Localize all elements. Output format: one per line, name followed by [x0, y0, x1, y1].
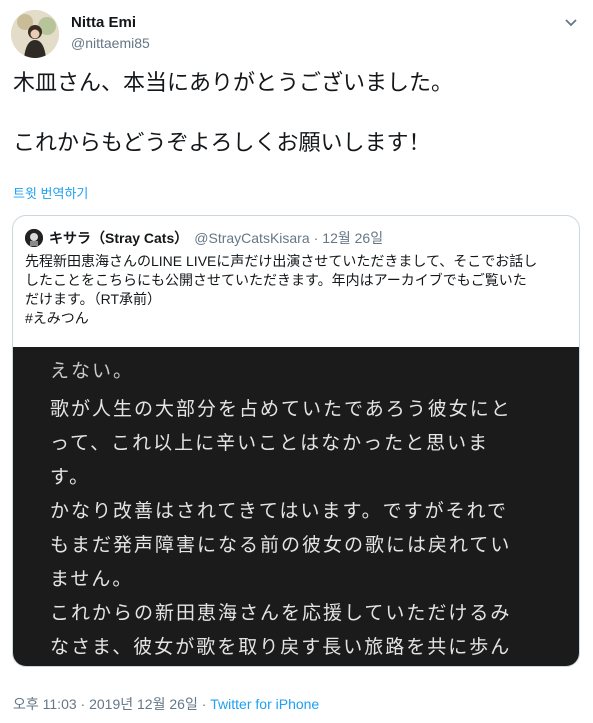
quoted-text-line: 先程新田恵海さんのLINE LIVEに声だけ出演させていただきまして、そこでお話…	[25, 253, 538, 269]
quoted-tweet-header: キサラ（Stray Cats） @StrayCatsKisara · 12월 2…	[25, 228, 383, 248]
hashtag-link[interactable]: #えみつん	[25, 309, 565, 328]
image-text-line: えない。	[50, 360, 135, 382]
quoted-tweet-text: 先程新田恵海さんのLINE LIVEに声だけ出演させていただきまして、そこでお話…	[25, 252, 565, 328]
separator: ·	[313, 230, 319, 246]
author-handle[interactable]: @nittaemi85	[71, 35, 150, 51]
tweet-text: 木皿さん、本当にありがとうございました。 これからもどうぞよろしくお願いします！	[13, 68, 578, 158]
tweet-line-1: 木皿さん、本当にありがとうございました。	[13, 70, 454, 95]
quoted-author-handle: @StrayCatsKisara	[194, 230, 310, 246]
tweet-time[interactable]: 오후 11:03	[13, 696, 77, 712]
tweet-source-link[interactable]: Twitter for iPhone	[210, 696, 319, 712]
tweet-meta: 오후 11:03 · 2019년 12월 26일 · Twitter for i…	[13, 694, 319, 714]
separator: ·	[201, 696, 207, 712]
translate-tweet-link[interactable]: 트윗 번역하기	[13, 183, 88, 202]
quoted-tweet-date: 12월 26일	[322, 230, 384, 246]
quoted-tweet[interactable]: キサラ（Stray Cats） @StrayCatsKisara · 12월 2…	[12, 215, 580, 667]
image-text-line: もまだ発声障害になる前の彼女の歌には戻れてい	[50, 534, 512, 556]
quoted-text-line: だけます。（RT承前）	[25, 291, 162, 307]
tweet-date[interactable]: 2019년 12월 26일	[89, 696, 198, 712]
tweet-line-2: これからもどうぞよろしくお願いします！	[13, 130, 431, 155]
image-text-line: って、これ以上に辛いことはなかったと思いま	[50, 432, 490, 454]
image-text-line: 歌が人生の大部分を占めていたであろう彼女にと	[50, 398, 512, 420]
quoted-text-line: したことをこちらにも公開させていただきます。年内はアーカイブでもご覧いた	[25, 272, 527, 288]
quoted-author-name: キサラ（Stray Cats）	[49, 230, 189, 246]
quoted-author-avatar	[25, 229, 43, 247]
quoted-tweet-image[interactable]: えない。 歌が人生の大部分を占めていたであろう彼女にと って、これ以上に辛いこと…	[13, 347, 579, 666]
image-text-line: これからの新田恵海さんを応援していただけるみ	[50, 602, 512, 624]
author-avatar[interactable]	[11, 10, 59, 58]
separator: ·	[80, 696, 86, 712]
image-text-line: かなり改善はされてきてはいます。ですがそれで	[50, 500, 509, 522]
image-text-line: す。	[50, 466, 91, 488]
image-text-line: ません。	[50, 568, 134, 590]
chevron-down-icon[interactable]	[563, 14, 579, 30]
author-name[interactable]: Nitta Emi	[71, 14, 136, 31]
image-text-line: なさま、彼女が歌を取り戻す長い旅路を共に歩ん	[50, 636, 512, 658]
